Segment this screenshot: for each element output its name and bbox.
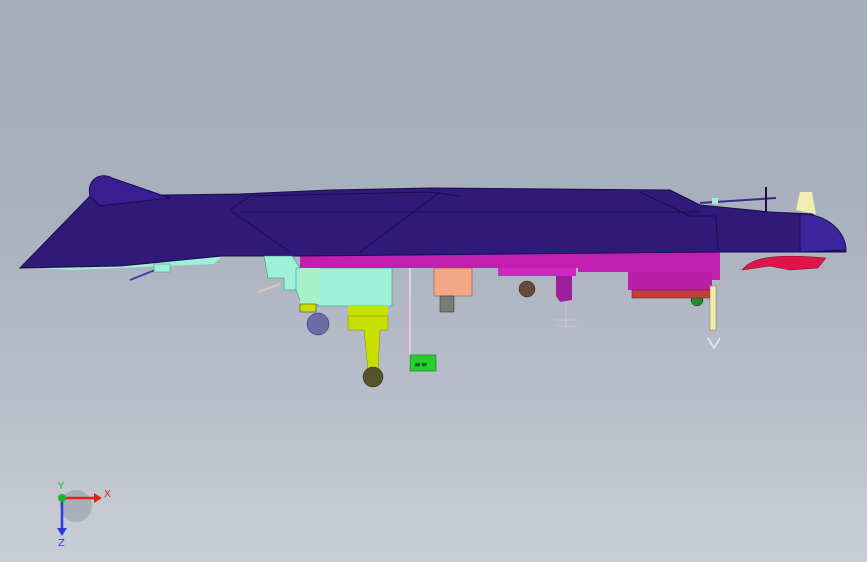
rear-fitting-row [631,289,711,299]
rear-fin [796,192,816,214]
magenta-drop-part [556,276,572,302]
magenta-rear-block [628,272,712,290]
orientation-triad[interactable]: X Y Z [40,478,130,549]
rear-cream-post [709,285,717,331]
lime-side-panel [300,268,320,304]
triad-svg: X Y Z [57,481,111,549]
x-axis-label: X [104,489,111,500]
y-axis-dot [58,494,66,502]
z-axis-head [57,528,67,536]
bracket-arm [257,283,281,293]
red-rear-assembly [741,255,827,271]
sphere-lime [362,366,384,388]
triad-shadow [60,490,92,522]
rear-mast [699,197,777,204]
lime-arm [347,315,389,371]
lime-block [348,306,388,316]
green-tag-text: ≡≡ [414,360,427,369]
rear-cap [799,213,847,253]
sphere-center [518,280,536,298]
rear-mast-box [712,198,718,204]
magenta-lower-box [498,268,576,276]
lime-mount [299,303,317,313]
y-axis-label: Y [57,481,65,492]
salmon-block [433,267,473,297]
front-pipe-block [153,263,171,273]
x-axis-head [94,493,102,503]
z-axis-label: Z [58,538,65,548]
cad-model[interactable]: ≡≡ [0,0,867,562]
mint-bracket [263,255,301,291]
3d-viewport[interactable]: ≡≡ X Y Z [0,0,867,562]
rear-v-marker [707,337,721,350]
sphere-left [306,312,330,336]
salmon-connector [439,295,455,313]
